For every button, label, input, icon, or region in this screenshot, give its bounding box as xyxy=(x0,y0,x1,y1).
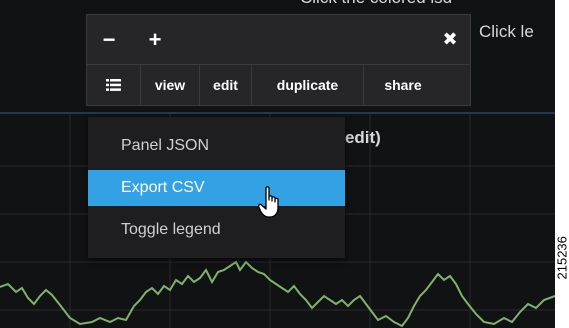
panel-menu: − + ✖ view edit duplicate share xyxy=(86,14,471,106)
panel-menu-actions: view edit duplicate share xyxy=(87,65,470,105)
panel-menu-top-row: − + ✖ xyxy=(87,15,470,65)
share-button[interactable]: share xyxy=(364,65,442,105)
close-icon[interactable]: ✖ xyxy=(430,15,470,64)
dashboard-area: Click the colored lsd Click le e to edit… xyxy=(0,0,555,328)
hint-text-top: Click the colored lsd xyxy=(300,0,452,8)
menu-item-toggle-legend[interactable]: Toggle legend xyxy=(88,212,345,248)
header-separator xyxy=(0,112,555,114)
figure-id-label: 215236 xyxy=(554,236,569,280)
menu-item-panel-json[interactable]: Panel JSON xyxy=(88,128,345,164)
edit-button[interactable]: edit xyxy=(200,65,252,105)
view-button[interactable]: view xyxy=(141,65,200,105)
menu-item-export-csv[interactable]: Export CSV xyxy=(88,170,345,206)
duplicate-button[interactable]: duplicate xyxy=(252,65,364,105)
increase-span-button[interactable]: + xyxy=(135,15,175,64)
hand-cursor-icon xyxy=(258,186,279,218)
hint-text-right: Click le xyxy=(479,22,534,41)
list-menu-button[interactable] xyxy=(87,65,141,105)
panel-dropdown-menu: Panel JSON Export CSV Toggle legend xyxy=(88,117,345,258)
list-icon xyxy=(106,79,121,91)
decrease-span-button[interactable]: − xyxy=(89,15,129,64)
graph-series-line xyxy=(0,260,555,328)
